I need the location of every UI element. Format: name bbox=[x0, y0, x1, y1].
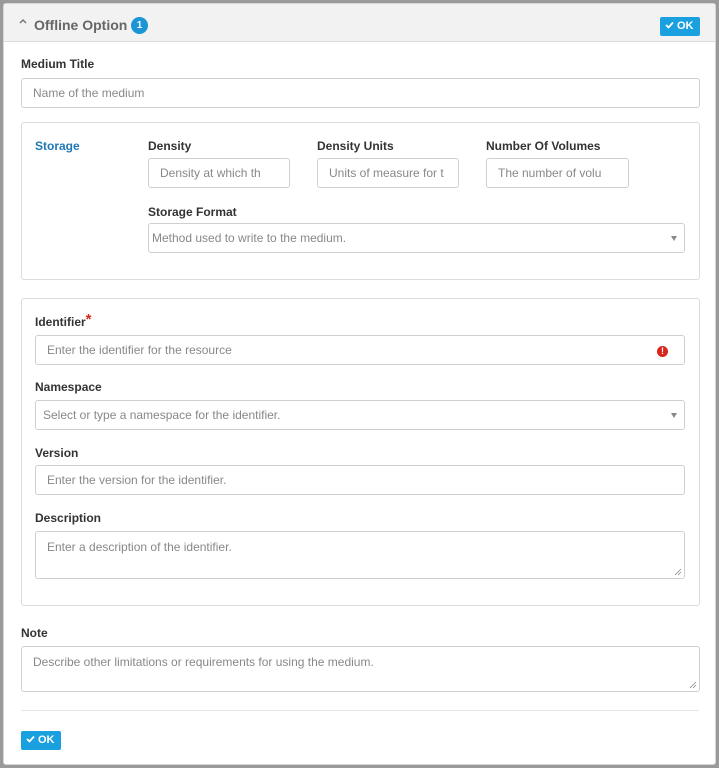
note-textarea[interactable]: Describe other limitations or requiremen… bbox=[21, 646, 700, 692]
version-label: Version bbox=[35, 446, 79, 460]
description-label: Description bbox=[35, 511, 102, 525]
description-placeholder: Enter a description of the identifier. bbox=[47, 540, 232, 554]
medium-title-input[interactable]: Name of the medium bbox=[21, 78, 700, 108]
identifier-placeholder: Enter the identifier for the resource bbox=[47, 343, 232, 357]
dropdown-caret-icon bbox=[671, 413, 677, 418]
density-units-label: Density Units bbox=[317, 139, 394, 153]
identifier-input[interactable]: Enter the identifier for the resource ! bbox=[35, 335, 685, 365]
chevron-up-icon[interactable] bbox=[18, 16, 28, 26]
density-units-input[interactable]: Units of measure for t bbox=[317, 158, 459, 188]
density-input[interactable]: Density at which th bbox=[148, 158, 290, 188]
storage-format-label: Storage Format bbox=[148, 205, 237, 219]
number-of-volumes-input[interactable]: The number of volu bbox=[486, 158, 629, 188]
storage-panel: Storage Density Density at which th Dens… bbox=[21, 122, 700, 280]
resize-grip-icon[interactable] bbox=[689, 681, 697, 689]
version-input[interactable]: Enter the version for the identifier. bbox=[35, 465, 685, 495]
error-icon: ! bbox=[657, 346, 668, 357]
offline-option-panel: Offline Option 1 OK Medium Title Name of… bbox=[3, 3, 716, 765]
description-textarea[interactable]: Enter a description of the identifier. bbox=[35, 531, 685, 579]
dropdown-caret-icon bbox=[671, 236, 677, 241]
header-ok-button[interactable]: OK bbox=[660, 17, 700, 36]
check-icon bbox=[665, 21, 674, 29]
namespace-select[interactable]: Select or type a namespace for the ident… bbox=[35, 400, 685, 430]
medium-title-label: Medium Title bbox=[21, 57, 95, 71]
storage-section-label: Storage bbox=[35, 139, 80, 153]
namespace-label: Namespace bbox=[35, 380, 102, 394]
check-icon bbox=[26, 735, 35, 743]
required-asterisk: * bbox=[85, 311, 92, 328]
panel-title: Offline Option bbox=[34, 17, 128, 33]
footer-divider bbox=[21, 710, 699, 711]
note-placeholder: Describe other limitations or requiremen… bbox=[33, 655, 374, 669]
resize-grip-icon[interactable] bbox=[674, 568, 682, 576]
identifier-label-text: Identifier bbox=[35, 315, 86, 329]
density-label: Density bbox=[148, 139, 192, 153]
storage-format-placeholder: Method used to write to the medium. bbox=[152, 231, 347, 245]
count-badge: 1 bbox=[131, 17, 148, 34]
identifier-panel: Identifier* Enter the identifier for the… bbox=[21, 298, 700, 606]
ok-label: OK bbox=[38, 734, 55, 746]
namespace-placeholder: Select or type a namespace for the ident… bbox=[43, 408, 281, 422]
footer-ok-button[interactable]: OK bbox=[21, 731, 61, 750]
panel-header[interactable]: Offline Option 1 OK bbox=[4, 4, 715, 42]
number-of-volumes-label: Number Of Volumes bbox=[486, 139, 601, 153]
note-label: Note bbox=[21, 626, 48, 640]
ok-label: OK bbox=[677, 20, 694, 32]
identifier-label: Identifier* bbox=[35, 311, 92, 330]
storage-format-select[interactable]: Method used to write to the medium. bbox=[148, 223, 685, 253]
